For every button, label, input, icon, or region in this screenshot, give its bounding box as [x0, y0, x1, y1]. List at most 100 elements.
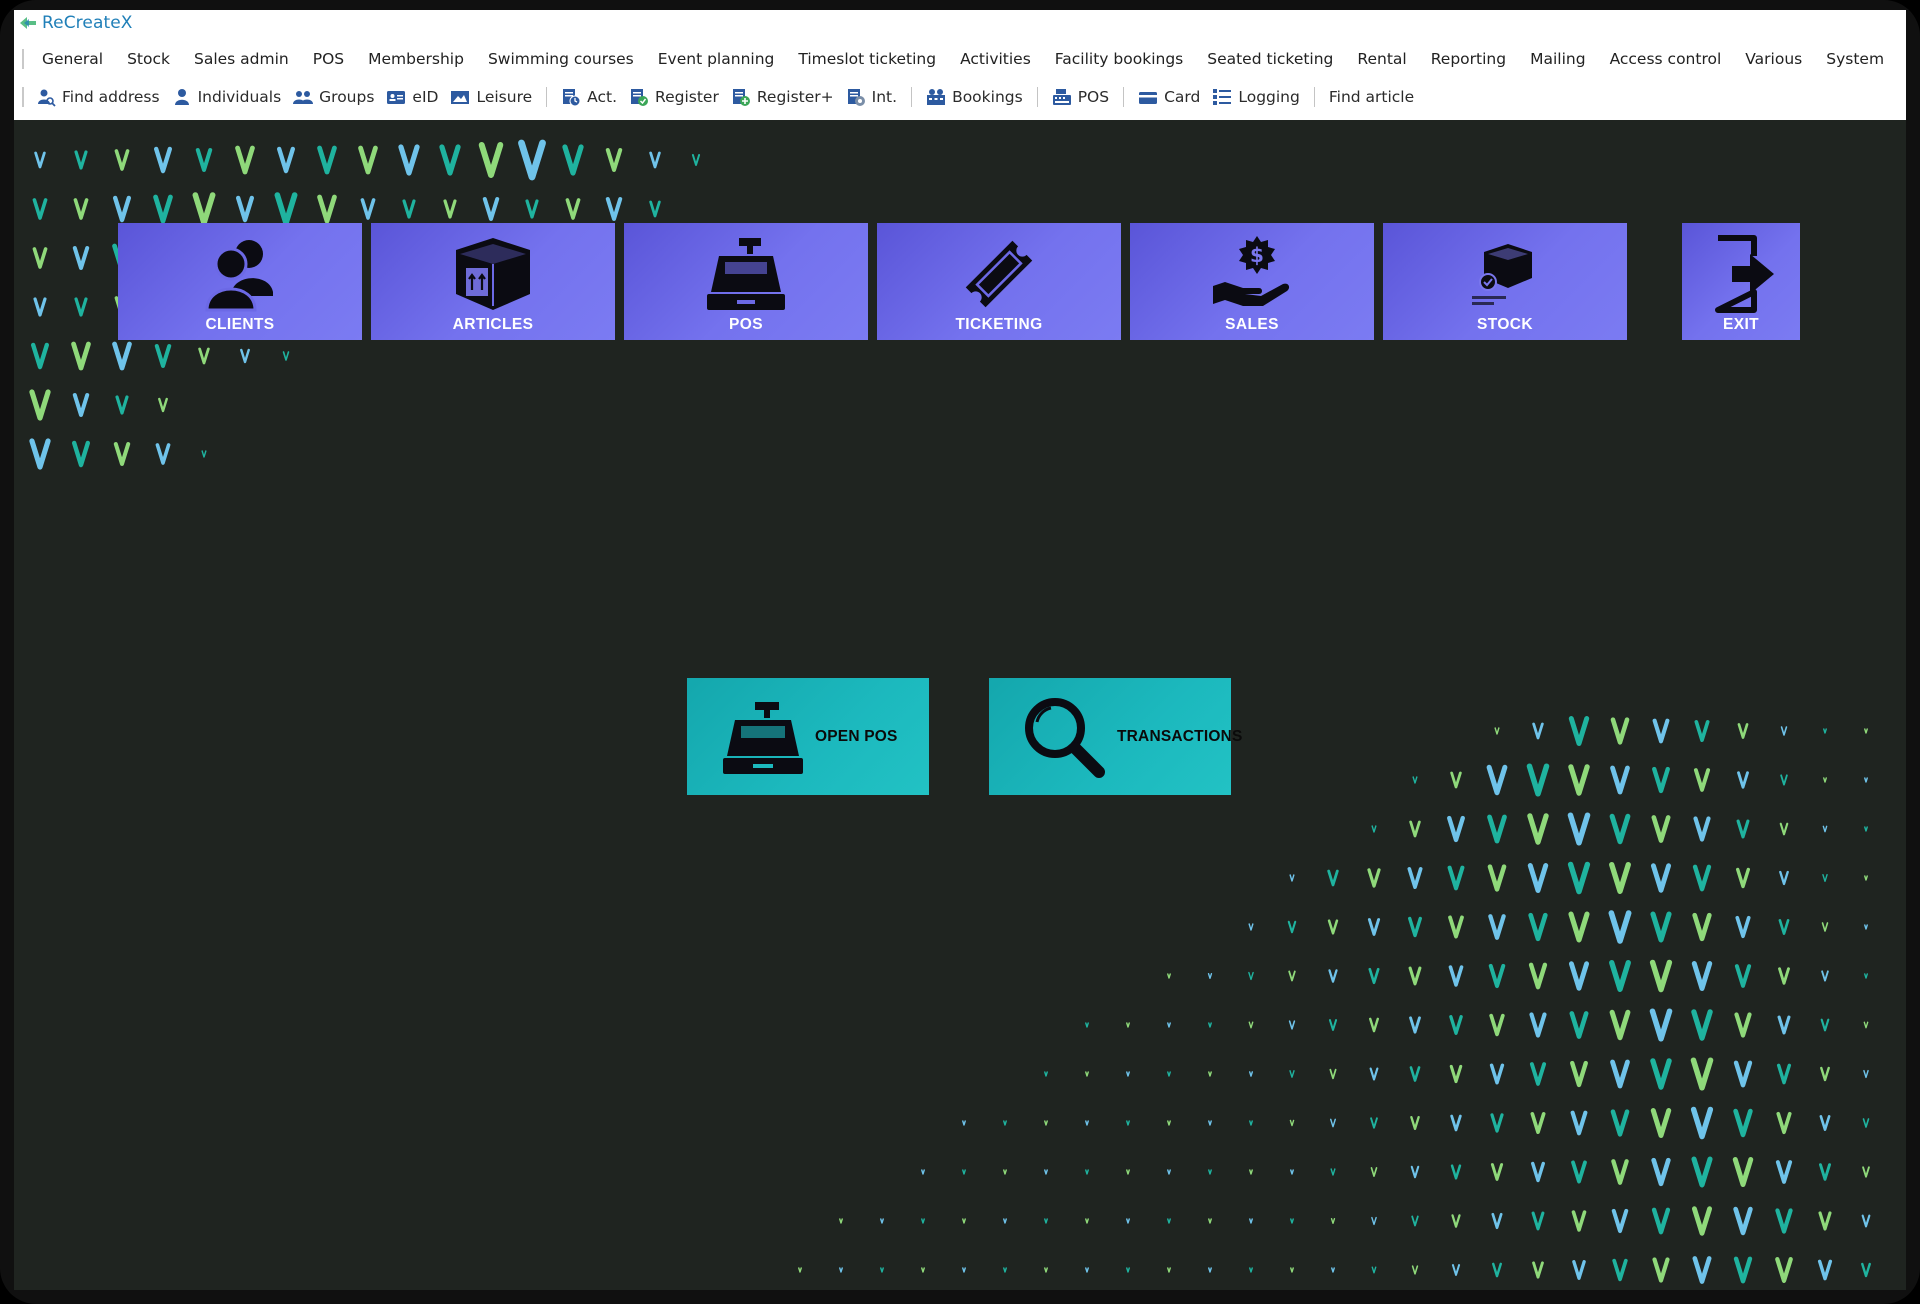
toolbar-separator [546, 87, 548, 107]
pattern-v-glyph [1126, 1169, 1130, 1175]
pattern-v-glyph [1412, 776, 1418, 784]
pattern-v-glyph [1044, 1120, 1048, 1126]
leisure-button[interactable]: Leisure [444, 87, 538, 107]
pattern-v-glyph [1369, 1017, 1379, 1033]
pattern-v-glyph [1126, 1218, 1130, 1224]
menu-various[interactable]: Various [1733, 44, 1814, 74]
act-button[interactable]: Act. [555, 87, 623, 107]
tile-stock-label: STOCK [1477, 316, 1533, 333]
pattern-v-glyph [1327, 919, 1339, 935]
pattern-v-glyph [1862, 1166, 1870, 1178]
pattern-v-glyph [1328, 1019, 1338, 1031]
menu-general[interactable]: General [30, 44, 115, 74]
bookings-button[interactable]: Bookings [920, 87, 1029, 107]
tile-pos[interactable]: POS [624, 223, 868, 340]
menu-stock[interactable]: Stock [115, 44, 182, 74]
menu-timeslot-ticketing[interactable]: Timeslot ticketing [786, 44, 948, 74]
group-icon [293, 91, 314, 104]
menu-pos[interactable]: POS [301, 44, 356, 74]
pattern-v-glyph [839, 1218, 843, 1224]
pattern-v-glyph [1290, 1267, 1294, 1273]
eid-button[interactable]: eID [380, 87, 444, 107]
pattern-v-glyph [1691, 1156, 1713, 1188]
transactions-button[interactable]: TRANSACTIONS [989, 678, 1242, 795]
pattern-v-glyph [1044, 1071, 1048, 1077]
exit-icon [1715, 235, 1774, 313]
pattern-v-glyph [1488, 963, 1506, 989]
open-pos-button[interactable]: OPEN POS [687, 678, 929, 795]
pattern-v-glyph [1248, 971, 1254, 981]
pattern-v-glyph [1448, 965, 1464, 987]
pattern-v-glyph [1528, 962, 1548, 990]
menu-facility-bookings[interactable]: Facility bookings [1043, 44, 1195, 74]
pattern-v-glyph [880, 1267, 884, 1273]
register-button[interactable]: Register [623, 87, 725, 107]
transactions-label: TRANSACTIONS [1117, 727, 1243, 745]
menu-reporting[interactable]: Reporting [1419, 44, 1518, 74]
menu-sales-admin[interactable]: Sales admin [182, 44, 301, 74]
menu-seated-ticketing[interactable]: Seated ticketing [1195, 44, 1345, 74]
pattern-v-glyph [1288, 1020, 1296, 1030]
menu-access-control[interactable]: Access control [1598, 44, 1734, 74]
tile-clients[interactable]: CLIENTS [118, 223, 362, 340]
pattern-v-glyph [1167, 1071, 1171, 1077]
int-button[interactable]: Int. [840, 87, 903, 107]
pattern-v-glyph [1408, 966, 1422, 986]
pattern-v-glyph [1167, 973, 1171, 979]
pattern-v-glyph [1732, 1157, 1754, 1187]
pattern-v-glyph [317, 194, 337, 224]
menu-membership[interactable]: Membership [356, 44, 476, 74]
card-button[interactable]: Card [1132, 87, 1206, 107]
pattern-v-glyph [1367, 918, 1381, 936]
pattern-v-glyph [32, 247, 48, 269]
find-address-button[interactable]: Find address [30, 87, 166, 107]
pattern-v-glyph [1609, 959, 1631, 993]
pattern-v-glyph [962, 1120, 966, 1126]
pattern-v-glyph [1287, 920, 1297, 934]
menu-activities[interactable]: Activities [948, 44, 1043, 74]
pattern-v-glyph [1863, 1021, 1869, 1029]
pos-button[interactable]: POS [1046, 87, 1115, 107]
menu-rental[interactable]: Rental [1345, 44, 1418, 74]
pattern-v-glyph [1819, 1163, 1831, 1181]
pattern-v-glyph [1450, 1164, 1462, 1180]
bookings-icon [927, 89, 946, 105]
pattern-v-glyph [1733, 1108, 1753, 1138]
tile-sales[interactable]: $ SALES [1130, 223, 1374, 340]
menu-swimming-courses[interactable]: Swimming courses [476, 44, 646, 74]
logging-button[interactable]: Logging [1206, 87, 1306, 107]
tile-articles[interactable]: ARTICLES [371, 223, 615, 340]
pattern-v-glyph [1733, 1206, 1753, 1236]
tile-exit[interactable]: EXIT [1682, 223, 1800, 340]
pattern-v-glyph [443, 199, 457, 219]
individuals-button[interactable]: Individuals [166, 87, 288, 107]
find-article-button[interactable]: Find article [1323, 88, 1420, 106]
box-icon [456, 238, 530, 310]
pattern-v-glyph [1692, 864, 1712, 892]
menu-system[interactable]: System [1814, 44, 1896, 74]
tile-stock[interactable]: STOCK [1383, 223, 1627, 340]
register-plus-button[interactable]: Register+ [725, 87, 840, 107]
app-logo-icon [20, 17, 36, 29]
pattern-v-glyph [921, 1169, 925, 1175]
pattern-v-glyph [398, 144, 420, 176]
pattern-v-glyph [1329, 1068, 1337, 1080]
app-title: ReCreateX [42, 13, 133, 33]
pattern-v-glyph [1489, 1063, 1505, 1085]
menu-grip [22, 49, 24, 69]
pattern-v-glyph [1167, 1022, 1171, 1028]
pattern-v-glyph [1044, 1218, 1048, 1224]
tile-ticketing[interactable]: TICKETING [877, 223, 1121, 340]
pattern-v-glyph [29, 438, 51, 470]
pattern-v-glyph [1651, 1157, 1671, 1187]
bookings-label: Bookings [952, 88, 1023, 106]
pattern-v-glyph [1167, 1218, 1171, 1224]
pattern-v-glyph [691, 154, 701, 166]
groups-button[interactable]: Groups [287, 87, 380, 107]
register-icon [631, 89, 649, 106]
leisure-label: Leisure [476, 88, 533, 106]
toolbar: Find address Individuals Groups eID Leis… [14, 82, 1906, 112]
menu-mailing[interactable]: Mailing [1518, 44, 1597, 74]
pattern-v-glyph [1368, 967, 1380, 985]
menu-event-planning[interactable]: Event planning [646, 44, 787, 74]
